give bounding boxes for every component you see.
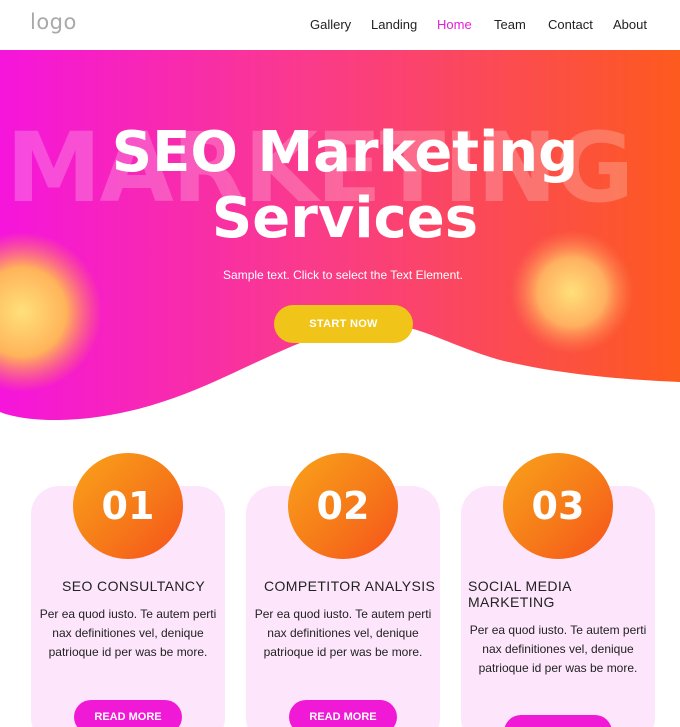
card-title-3-line1: SOCIAL MEDIA	[468, 578, 572, 594]
card-number-badge-2: 02	[288, 453, 398, 559]
hero-title-line2: Services	[211, 186, 479, 251]
card-text-2: Per ea quod iusto. Te autem perti nax de…	[254, 607, 432, 659]
nav-about[interactable]: About	[613, 17, 647, 32]
card-text-3: Per ea quod iusto. Te autem perti nax de…	[469, 623, 647, 675]
card-title-2: COMPETITOR ANALYSIS	[264, 578, 436, 594]
nav-contact[interactable]: Contact	[548, 17, 593, 32]
nav-landing[interactable]: Landing	[371, 17, 417, 32]
logo[interactable]: logo	[30, 10, 77, 34]
site-header: logo Gallery Landing Home Team Contact A…	[0, 0, 680, 50]
card-title-1: SEO CONSULTANCY	[62, 578, 206, 594]
nav-home[interactable]: Home	[437, 17, 472, 32]
hero-subtitle: Sample text. Click to select the Text El…	[223, 268, 463, 282]
card-title-3: SOCIAL MEDIA MARKETING	[468, 578, 572, 610]
start-now-button[interactable]: START NOW	[274, 305, 413, 343]
hero-title: SEO Marketing Services	[0, 120, 680, 252]
card-title-3-line2: MARKETING	[468, 594, 555, 610]
read-more-button-2[interactable]: READ MORE	[289, 700, 397, 727]
nav-team[interactable]: Team	[494, 17, 526, 32]
card-text-1: Per ea quod iusto. Te autem perti nax de…	[39, 607, 217, 659]
read-more-button-1[interactable]: READ MORE	[74, 700, 182, 727]
nav-gallery[interactable]: Gallery	[310, 17, 351, 32]
card-number-badge-1: 01	[73, 453, 183, 559]
hero-section: MARKETING SEO Marketing Services Sample …	[0, 50, 680, 430]
card-number-badge-3: 03	[503, 453, 613, 559]
read-more-button-3[interactable]: READ MORE	[504, 715, 612, 727]
hero-title-line1: SEO Marketing	[111, 120, 579, 185]
